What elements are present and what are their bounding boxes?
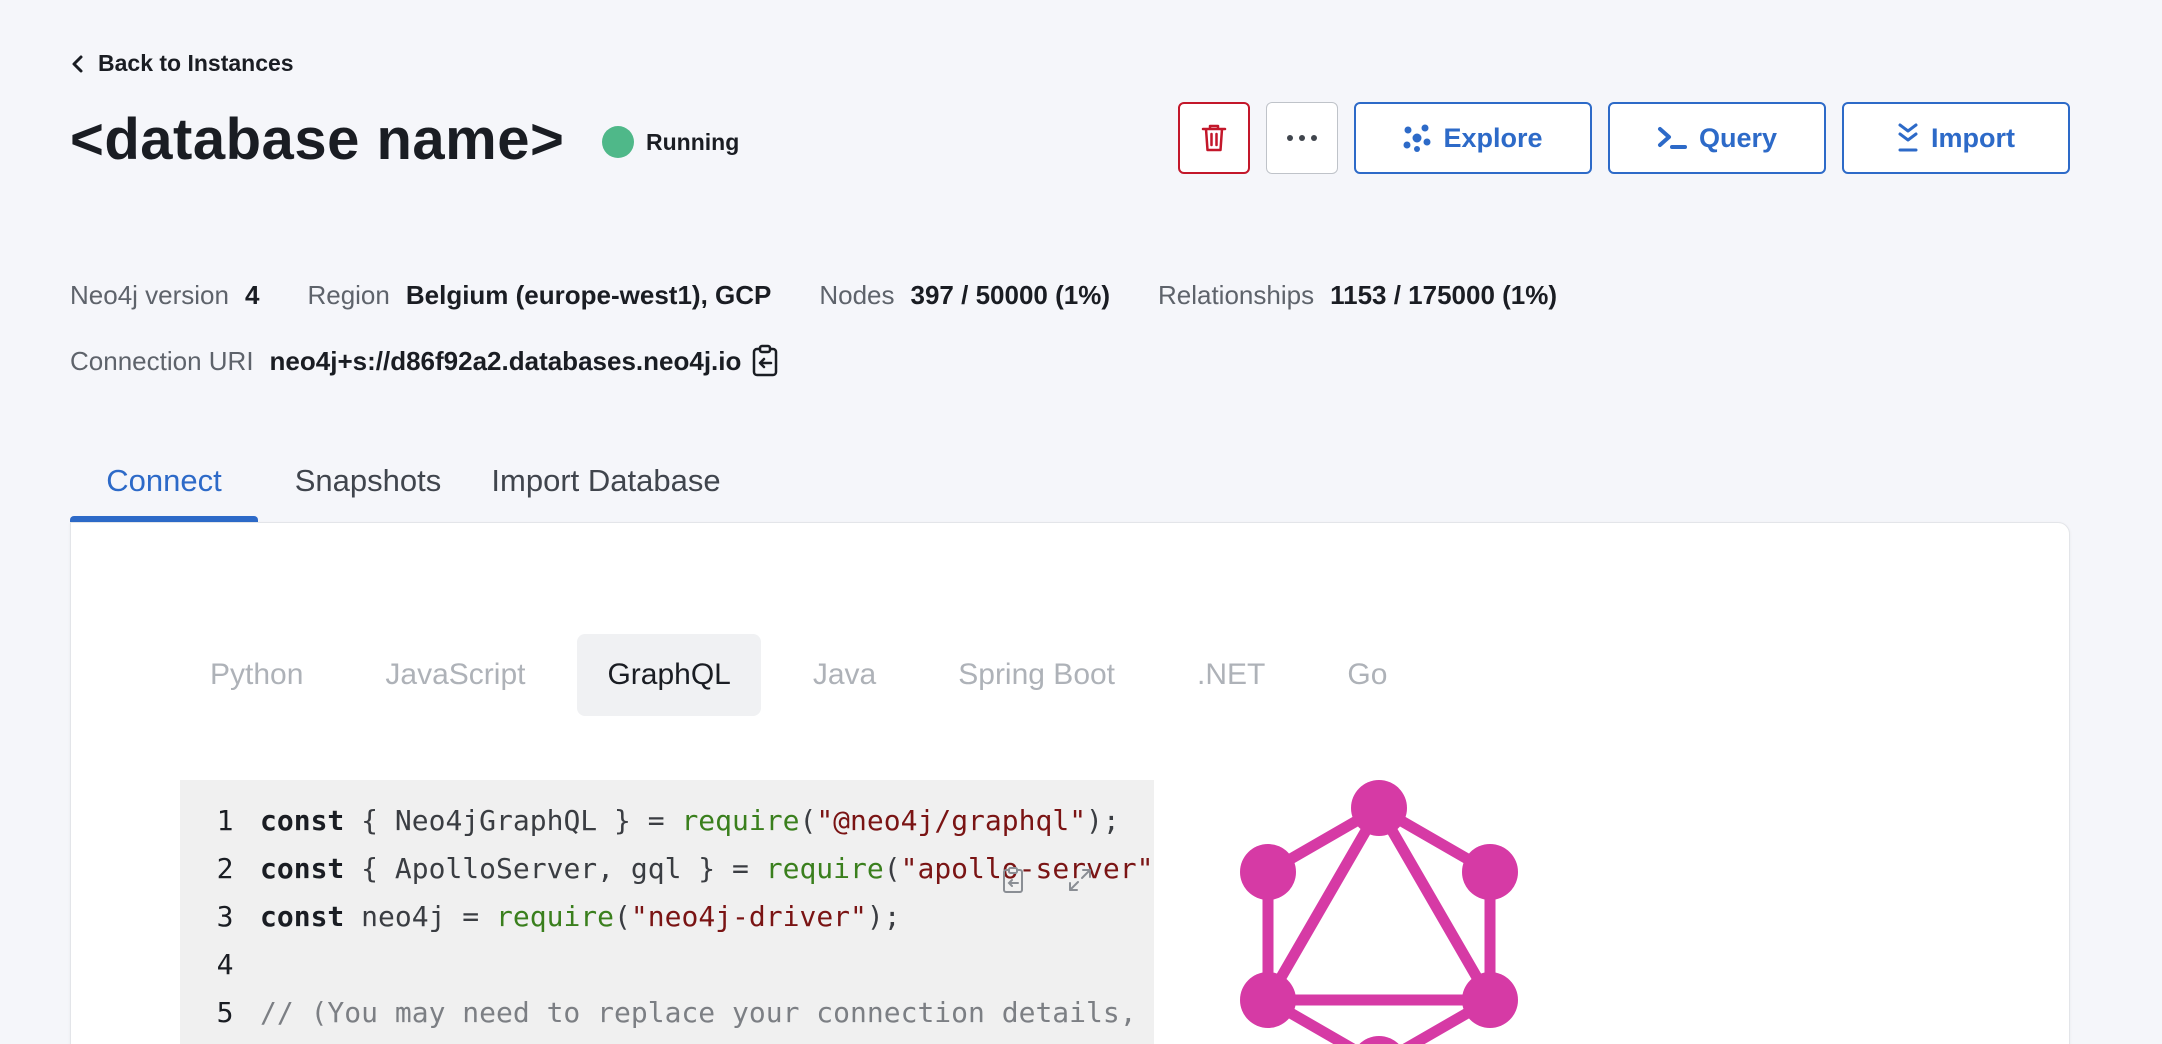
relationships-value: 1153 / 175000 (1%) (1330, 280, 1558, 310)
code-token: ( (614, 899, 631, 933)
tab-snapshots[interactable]: Snapshots (258, 440, 478, 522)
lang-tab-spring-boot[interactable]: Spring Boot (928, 634, 1145, 716)
code-token: ( (883, 851, 901, 885)
lang-tab-javascript[interactable]: JavaScript (355, 634, 555, 716)
code-token: const (260, 851, 345, 885)
status-label: Running (646, 128, 740, 155)
language-tabs: Python JavaScript GraphQL Java Spring Bo… (180, 634, 1439, 716)
code-line: 4 (180, 940, 260, 988)
instance-detail-page: Back to Instances <database name> Runnin… (0, 0, 2162, 1044)
uri-label: Connection URI (70, 345, 254, 376)
expand-icon[interactable] (1066, 866, 1094, 894)
code-token: ); (1086, 803, 1120, 837)
tab-connect[interactable]: Connect (70, 440, 258, 524)
line-number: 1 (216, 803, 234, 837)
import-label: Import (1931, 122, 2015, 153)
graphql-logo-icon (1240, 780, 1518, 1044)
import-button[interactable]: Import (1842, 102, 2070, 174)
code-token: ); (866, 899, 901, 933)
page-title: <database name> (70, 107, 565, 172)
chevron-left-icon (72, 55, 83, 72)
ellipsis-icon (1287, 135, 1317, 141)
nodes-label: Nodes (819, 280, 895, 310)
lang-tab-go[interactable]: Go (1317, 634, 1417, 716)
instance-stats-row: Neo4j version 4 Region Belgium (europe-w… (70, 280, 1605, 311)
trash-icon (1201, 124, 1227, 152)
uri-value: neo4j+s://d86f92a2.databases.neo4j.io (269, 345, 742, 376)
line-number: 2 (216, 851, 234, 885)
code-line: 5 // (You may need to replace your connec… (180, 988, 1154, 1036)
more-options-button[interactable] (1266, 102, 1338, 174)
query-label: Query (1698, 122, 1778, 153)
query-button[interactable]: Query (1608, 102, 1826, 174)
graph-nodes-icon (1403, 124, 1431, 152)
code-snippet[interactable]: 1 const { Neo4jGraphQL } = require("@neo4… (180, 780, 1154, 1044)
code-token: require (765, 851, 884, 885)
code-toolbar (1000, 866, 1094, 894)
connection-uri-row: Connection URI neo4j+s://d86f92a2.databa… (70, 344, 781, 378)
code-token: neo4j = (344, 899, 497, 933)
copy-code-icon[interactable] (1000, 866, 1028, 894)
code-token: { Neo4jGraphQL } = (344, 803, 682, 837)
line-number: 5 (216, 995, 234, 1029)
copy-icon[interactable] (749, 344, 781, 378)
code-token: "@neo4j/graphql" (816, 803, 1087, 837)
code-token: require (681, 803, 800, 837)
code-token: const (260, 803, 345, 837)
code-line: 1 const { Neo4jGraphQL } = require("@neo4… (180, 796, 1120, 844)
code-token: const (260, 899, 345, 933)
code-token: { ApolloServer, gql } = (344, 851, 766, 885)
line-number: 3 (216, 899, 234, 933)
lang-tab-graphql[interactable]: GraphQL (577, 634, 761, 716)
code-token: "neo4j-driver" (630, 899, 867, 933)
explore-button[interactable]: Explore (1354, 102, 1592, 174)
status-dot-icon (602, 126, 634, 158)
version-value: 4 (244, 280, 260, 310)
code-token: // (You may need to replace your connect… (260, 995, 1154, 1029)
delete-button[interactable] (1178, 102, 1250, 174)
version-label: Neo4j version (70, 280, 229, 310)
relationships-label: Relationships (1157, 280, 1315, 310)
back-label: Back to Instances (98, 50, 294, 76)
code-token: require (496, 899, 615, 933)
terminal-icon (1657, 127, 1687, 149)
lang-tab-java[interactable]: Java (783, 634, 906, 716)
status-badge: Running (602, 126, 739, 158)
code-token: ( (799, 803, 817, 837)
explore-label: Explore (1443, 122, 1543, 153)
line-number: 4 (216, 947, 234, 981)
region-value: Belgium (europe-west1), GCP (405, 280, 772, 310)
region-label: Region (307, 280, 390, 310)
nodes-value: 397 / 50000 (1%) (910, 280, 1110, 310)
lang-tab-python[interactable]: Python (180, 634, 333, 716)
back-to-instances-link[interactable]: Back to Instances (70, 50, 294, 77)
code-line: 3 const neo4j = require("neo4j-driver"); (180, 892, 901, 940)
main-tabs: Connect Snapshots Import Database (70, 440, 734, 524)
lang-tab-dotnet[interactable]: .NET (1167, 634, 1295, 716)
tab-import-database[interactable]: Import Database (478, 440, 734, 522)
import-chevrons-icon (1898, 123, 1918, 152)
